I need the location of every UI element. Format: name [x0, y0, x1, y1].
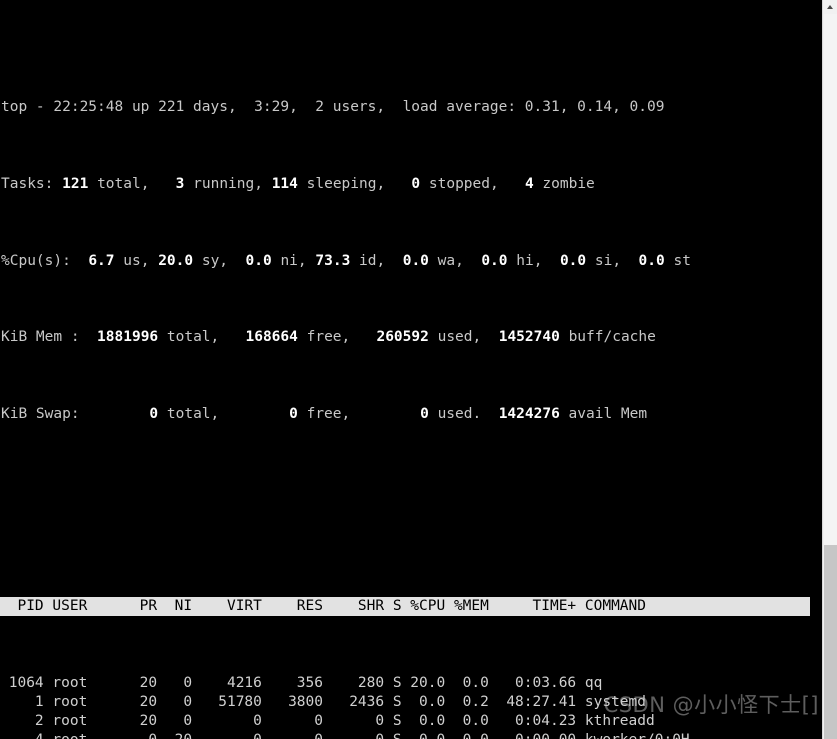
swap-total-label: total,: [166, 406, 220, 423]
cpu-sy-value: 20.0: [158, 252, 194, 269]
cpu-st-label: st: [673, 252, 691, 269]
cpu-wa-label: wa,: [437, 252, 464, 269]
cpu-si-value: 0.0: [559, 252, 587, 269]
terminal-window: top - 22:25:48 up 221 days, 3:29, 2 user…: [0, 0, 837, 739]
cpu-id-value: 73.3: [315, 252, 351, 269]
chevron-up-icon[interactable]: [823, 0, 837, 14]
tasks-zombie-value: 4: [524, 175, 534, 192]
summary-block: top - 22:25:48 up 221 days, 3:29, 2 user…: [0, 60, 822, 463]
swap-label: KiB Swap:: [1, 406, 80, 423]
cpu-sy-label: sy,: [201, 252, 229, 269]
tasks-stopped-value: 0: [411, 175, 421, 192]
cpu-hi-label: hi,: [516, 252, 543, 269]
table-row[interactable]: 2 root 20 0 0 0 0 S 0.0 0.0 0:04.23 kthr…: [0, 712, 822, 731]
cpu-hi-value: 0.0: [481, 252, 508, 269]
swap-avail-value: 1424276: [498, 406, 560, 423]
mem-buffcache-label: buff/cache: [568, 329, 656, 346]
cpu-label: %Cpu(s):: [1, 252, 71, 269]
tasks-stopped-label: stopped,: [428, 175, 499, 192]
process-list: 1064 root 20 0 4216 356 280 S 20.0 0.0 0…: [0, 674, 822, 739]
tasks-zombie-label: zombie: [542, 175, 595, 192]
tasks-running-value: 3: [175, 175, 185, 192]
mem-used-value: 260592: [376, 329, 429, 346]
cpu-ni-value: 0.0: [245, 252, 272, 269]
cpu-line: %Cpu(s): 6.7 us, 20.0 sy, 0.0 ni, 73.3 i…: [1, 252, 822, 271]
cpu-us-label: us,: [123, 252, 150, 269]
cpu-id-label: id,: [359, 252, 386, 269]
tasks-line: Tasks: 121 total, 3 running, 114 sleepin…: [1, 175, 822, 194]
uptime-line: top - 22:25:48 up 221 days, 3:29, 2 user…: [1, 98, 822, 117]
tasks-total-label: total,: [97, 175, 150, 192]
top-output: top - 22:25:48 up 221 days, 3:29, 2 user…: [0, 0, 822, 739]
tasks-total-value: 121: [62, 175, 89, 192]
cpu-si-label: si,: [594, 252, 622, 269]
mem-free-value: 168664: [245, 329, 298, 346]
table-row[interactable]: 4 root 0 -20 0 0 0 S 0.0 0.0 0:00.00 kwo…: [0, 731, 822, 739]
swap-line: KiB Swap: 0 total, 0 free, 0 used. 14242…: [1, 405, 822, 424]
mem-line: KiB Mem : 1881996 total, 168664 free, 26…: [1, 328, 822, 347]
swap-free-label: free,: [306, 406, 351, 423]
uptime-text: top - 22:25:48 up 221 days, 3:29, 2 user…: [1, 99, 665, 116]
table-row[interactable]: 1 root 20 0 51780 3800 2436 S 0.0 0.2 48…: [0, 693, 822, 712]
mem-total-label: total,: [166, 329, 220, 346]
scrollbar-track[interactable]: [824, 14, 837, 545]
swap-used-value: 0: [420, 406, 429, 423]
mem-total-value: 1881996: [97, 329, 159, 346]
tasks-label: Tasks:: [1, 175, 54, 192]
table-row[interactable]: 1064 root 20 0 4216 356 280 S 20.0 0.0 0…: [0, 674, 822, 693]
cpu-wa-value: 0.0: [402, 252, 429, 269]
swap-free-value: 0: [289, 406, 298, 423]
mem-free-label: free,: [306, 329, 351, 346]
scrollbar-thumb[interactable]: [824, 545, 837, 739]
vertical-scrollbar[interactable]: [822, 0, 837, 739]
tasks-sleeping-label: sleeping,: [306, 175, 386, 192]
cpu-st-value: 0.0: [638, 252, 665, 269]
swap-total-value: 0: [149, 406, 159, 423]
mem-used-label: used,: [437, 329, 482, 346]
tasks-sleeping-value: 114: [271, 175, 298, 192]
table-column-header[interactable]: PID USER PR NI VIRT RES SHR S %CPU %MEM …: [0, 597, 810, 617]
mem-label: KiB Mem :: [1, 329, 80, 346]
tasks-running-label: running,: [193, 175, 263, 192]
swap-avail-label: avail Mem: [568, 406, 648, 423]
cpu-ni-label: ni,: [280, 252, 307, 269]
cpu-us-value: 6.7: [88, 252, 115, 269]
swap-used-label: used.: [437, 406, 482, 423]
mem-buffcache-value: 1452740: [498, 329, 560, 346]
